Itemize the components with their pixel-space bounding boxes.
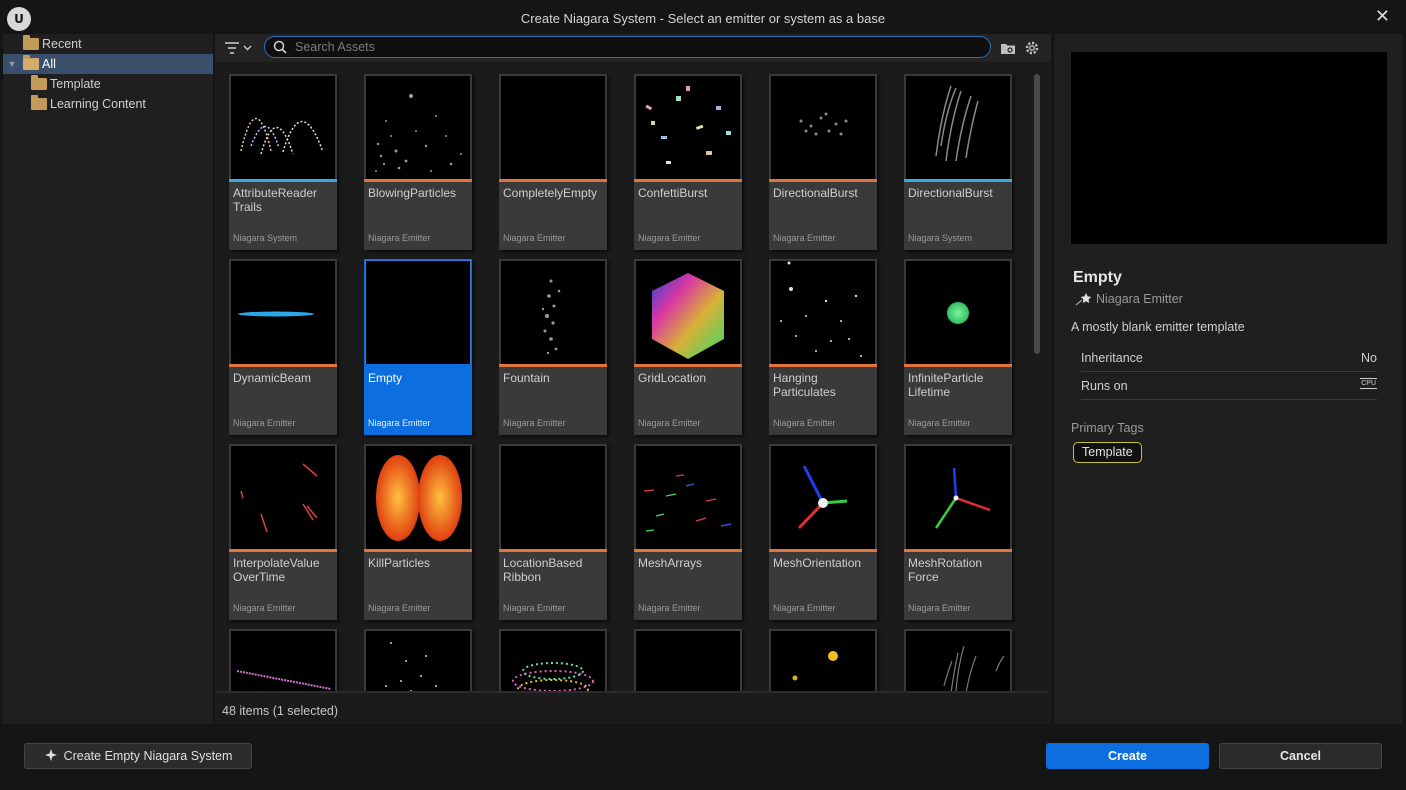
- asset-preview: [1071, 52, 1387, 244]
- chevron-down-icon: [243, 45, 252, 51]
- divider: [215, 691, 1047, 693]
- asset-tile[interactable]: InterpolateValue OverTime Niagara Emitte…: [229, 444, 337, 620]
- asset-tile[interactable]: Fountain Niagara Emitter: [499, 259, 607, 435]
- asset-tile[interactable]: [634, 629, 742, 692]
- asset-thumbnail: [366, 631, 470, 692]
- tag-template[interactable]: Template: [1073, 442, 1142, 463]
- sparkle-icon: [44, 749, 57, 761]
- tree-item-label: Recent: [42, 37, 82, 51]
- asset-title: Empty: [1073, 269, 1122, 286]
- close-icon[interactable]: ✕: [1375, 6, 1390, 27]
- asset-thumbnail: [906, 76, 1010, 179]
- asset-thumbnail: [771, 76, 875, 179]
- cancel-button[interactable]: Cancel: [1219, 743, 1382, 769]
- asset-thumbnail: [636, 446, 740, 549]
- asset-thumbnail: [231, 261, 335, 364]
- folder-icon: [23, 35, 39, 50]
- asset-thumbnail: [636, 261, 740, 364]
- asset-thumbnail: [636, 631, 740, 692]
- asset-tile[interactable]: DirectionalBurst Niagara Emitter: [769, 74, 877, 250]
- tree-item-learning-content[interactable]: Learning Content: [3, 94, 213, 114]
- tree-item-recent[interactable]: Recent: [3, 34, 213, 54]
- search-box[interactable]: [264, 36, 991, 58]
- asset-tile[interactable]: MeshOrientation Niagara Emitter: [769, 444, 877, 620]
- item-count-status: 48 items (1 selected): [222, 704, 339, 718]
- window-title: Create Niagara System - Select an emitte…: [520, 11, 886, 26]
- property-inheritance: Inheritance No: [1081, 344, 1377, 372]
- primary-tags-label: Primary Tags: [1071, 421, 1144, 435]
- emitter-star-icon: [1075, 293, 1092, 306]
- folder-tree: Recent ▼ All Template Learning Content: [3, 34, 213, 724]
- tree-item-all[interactable]: ▼ All: [3, 54, 213, 74]
- asset-thumbnail: [501, 261, 605, 364]
- search-icon: [273, 40, 287, 54]
- asset-thumbnail: [366, 446, 470, 549]
- open-folder-icon: [23, 55, 39, 70]
- asset-thumbnail: [366, 76, 470, 179]
- asset-tile[interactable]: [769, 629, 877, 692]
- title-bar: U Create Niagara System - Select an emit…: [0, 0, 1406, 34]
- asset-tile[interactable]: Hanging Particulates Niagara Emitter: [769, 259, 877, 435]
- asset-tile[interactable]: AttributeReader Trails Niagara System: [229, 74, 337, 250]
- asset-tile-selected[interactable]: Empty Niagara Emitter: [364, 259, 472, 435]
- asset-tile[interactable]: MeshRotation Force Niagara Emitter: [904, 444, 1012, 620]
- asset-thumbnail: [771, 631, 875, 692]
- search-input[interactable]: [295, 40, 975, 54]
- asset-thumbnail: [501, 631, 605, 692]
- asset-thumbnail: [771, 261, 875, 364]
- dialog-footer: Create Empty Niagara System Create Cance…: [0, 726, 1406, 790]
- asset-tile[interactable]: BlowingParticles Niagara Emitter: [364, 74, 472, 250]
- asset-tile[interactable]: GridLocation Niagara Emitter: [634, 259, 742, 435]
- asset-thumbnail: [771, 446, 875, 549]
- asset-tile[interactable]: MeshArrays Niagara Emitter: [634, 444, 742, 620]
- asset-thumbnail: [501, 446, 605, 549]
- asset-thumbnail: [231, 631, 335, 692]
- asset-type: Niagara Emitter: [1075, 292, 1183, 306]
- property-runs-on: Runs on CPU: [1081, 372, 1377, 400]
- create-button[interactable]: Create: [1046, 743, 1209, 769]
- asset-thumbnail: [231, 76, 335, 179]
- asset-tile[interactable]: DirectionalBurst Niagara System: [904, 74, 1012, 250]
- folder-icon: [31, 75, 47, 90]
- create-empty-system-button[interactable]: Create Empty Niagara System: [24, 743, 252, 769]
- asset-tile[interactable]: CompletelyEmpty Niagara Emitter: [499, 74, 607, 250]
- filter-icon: [225, 42, 239, 54]
- tree-item-label: Template: [50, 77, 101, 91]
- asset-toolbar: [215, 34, 1051, 62]
- asset-tile[interactable]: [904, 629, 1012, 692]
- asset-tile[interactable]: ConfettiBurst Niagara Emitter: [634, 74, 742, 250]
- tree-item-label: All: [42, 57, 56, 71]
- asset-tile[interactable]: KillParticles Niagara Emitter: [364, 444, 472, 620]
- asset-thumbnail: [231, 446, 335, 549]
- asset-thumbnail: [636, 76, 740, 179]
- asset-tile[interactable]: [364, 629, 472, 692]
- tree-item-label: Learning Content: [50, 97, 146, 111]
- asset-browser: AttributeReader Trails Niagara System Bl…: [215, 34, 1051, 724]
- folder-search-icon[interactable]: [999, 39, 1017, 57]
- asset-description: A mostly blank emitter template: [1071, 320, 1245, 334]
- folder-icon: [31, 95, 47, 110]
- asset-thumbnail: [906, 261, 1010, 364]
- asset-tile[interactable]: [499, 629, 607, 692]
- asset-tile[interactable]: DynamicBeam Niagara Emitter: [229, 259, 337, 435]
- asset-tile[interactable]: InfiniteParticle Lifetime Niagara Emitte…: [904, 259, 1012, 435]
- cpu-icon: CPU: [1360, 378, 1377, 389]
- gear-icon[interactable]: [1023, 39, 1041, 57]
- tree-item-template[interactable]: Template: [3, 74, 213, 94]
- asset-thumbnail: [501, 76, 605, 179]
- asset-grid: AttributeReader Trails Niagara System Bl…: [215, 62, 1047, 692]
- asset-thumbnail: [906, 446, 1010, 549]
- caret-down-icon[interactable]: ▼: [6, 59, 18, 69]
- asset-thumbnail: [906, 631, 1010, 692]
- asset-tile[interactable]: [229, 629, 337, 692]
- filter-button[interactable]: [225, 39, 257, 57]
- asset-thumbnail: [365, 260, 471, 365]
- asset-tile[interactable]: LocationBased Ribbon Niagara Emitter: [499, 444, 607, 620]
- details-panel: Empty Niagara Emitter A mostly blank emi…: [1054, 34, 1403, 724]
- grid-scrollbar[interactable]: [1034, 74, 1040, 354]
